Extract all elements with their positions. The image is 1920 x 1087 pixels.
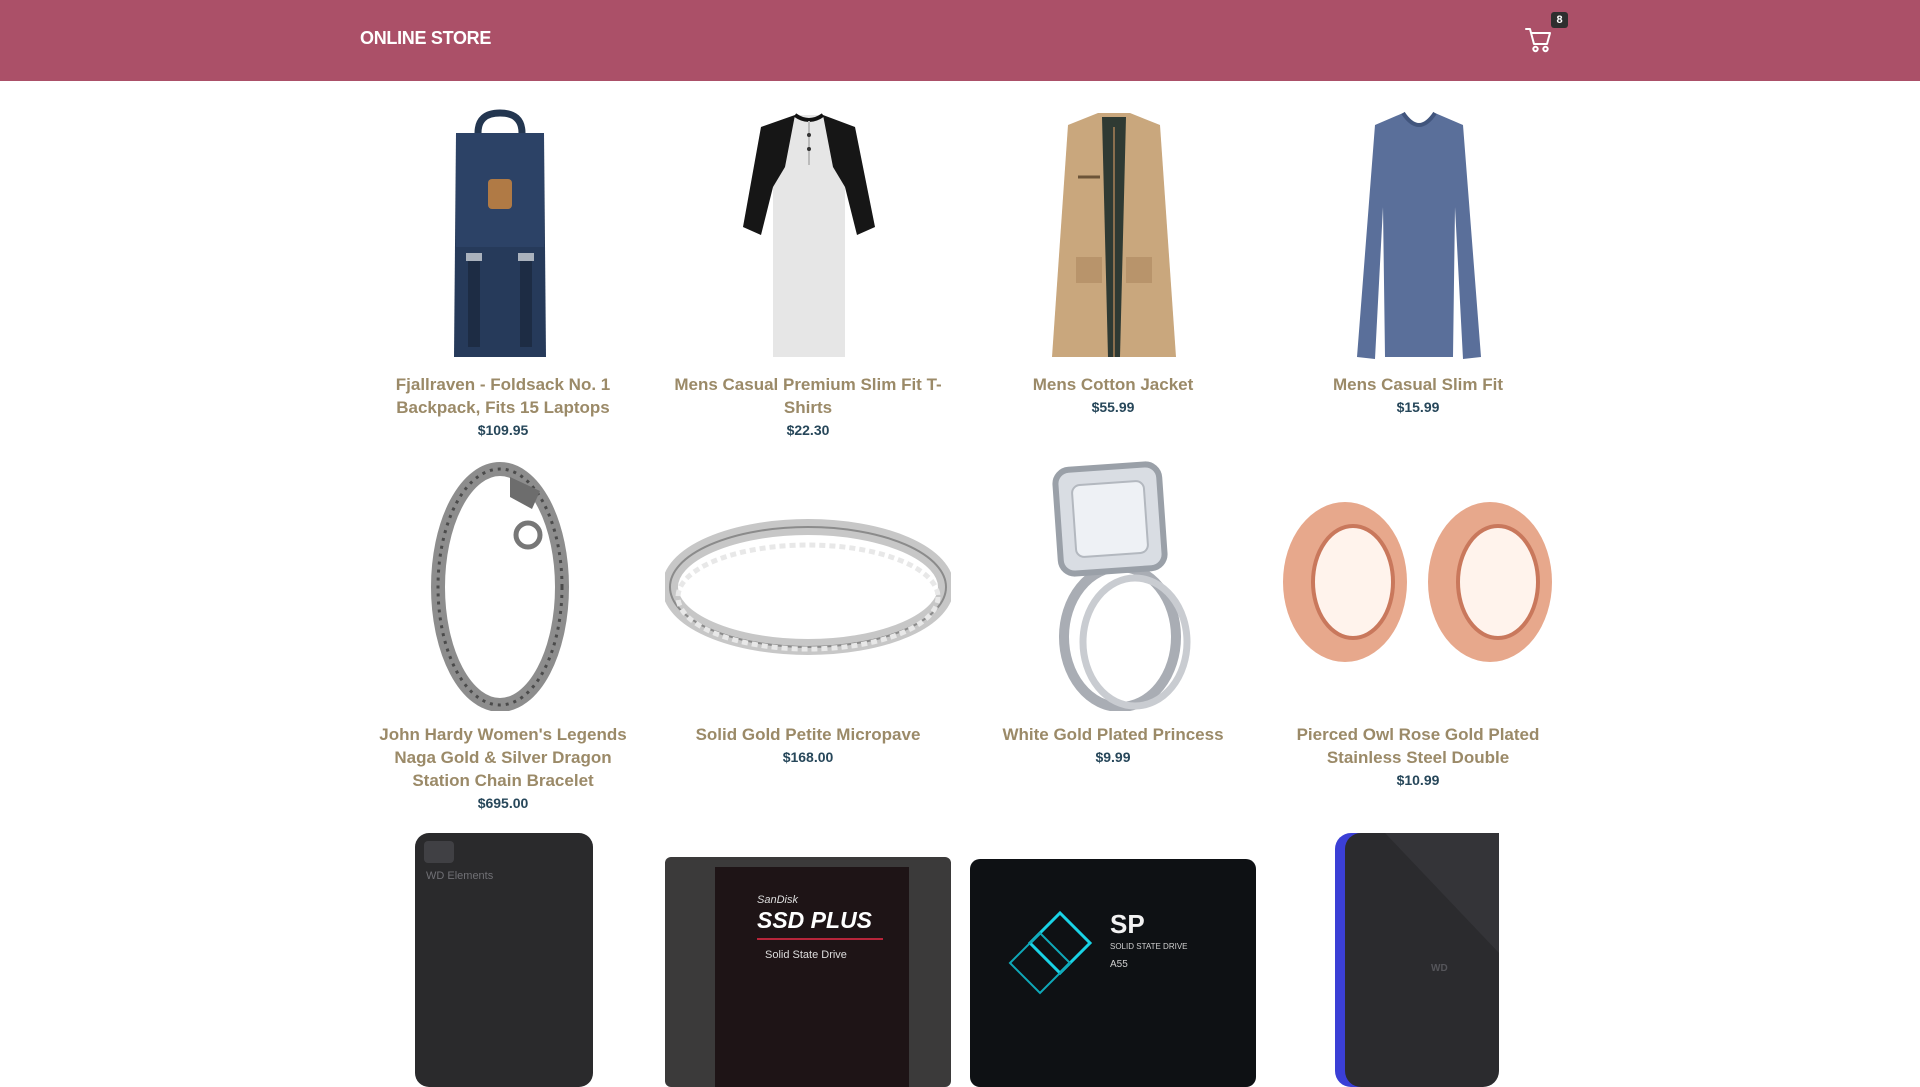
product-card[interactable]: Mens Cotton Jacket $55.99 (970, 107, 1256, 415)
product-price: $10.99 (1396, 772, 1440, 788)
product-card[interactable]: SanDisk SSD PLUS Solid State Drive (665, 833, 951, 1087)
cart-button[interactable] (1524, 24, 1552, 56)
wd-logo-text: WD (1431, 963, 1448, 974)
product-card[interactable]: John Hardy Women's Legends Naga Gold & S… (360, 457, 646, 811)
shopping-cart-icon (1524, 28, 1552, 58)
product-price: $109.95 (477, 422, 529, 438)
product-title[interactable]: White Gold Plated Princess (970, 723, 1256, 746)
product-card[interactable]: WD Elements (360, 833, 646, 1087)
product-card[interactable]: Fjallraven - Foldsack No. 1 Backpack, Fi… (360, 107, 646, 438)
product-card[interactable]: Mens Casual Slim Fit $15.99 (1275, 107, 1561, 415)
product-price: $15.99 (1396, 399, 1440, 415)
store-brand[interactable]: ONLINE STORE (360, 28, 491, 49)
product-image-long-sleeve-shirt (1275, 107, 1561, 361)
product-title[interactable]: John Hardy Women's Legends Naga Gold & S… (360, 723, 646, 792)
product-price: $55.99 (1091, 399, 1135, 415)
product-card[interactable]: Solid Gold Petite Micropave $168.00 (665, 457, 951, 765)
product-card[interactable]: White Gold Plated Princess $9.99 (970, 457, 1256, 765)
product-image-wd-external-drive: WD Elements (360, 833, 646, 1087)
product-image-cotton-jacket (970, 107, 1256, 361)
cart-count-badge: 8 (1551, 12, 1568, 28)
product-image-wd-gaming-drive: WD (1275, 833, 1561, 1087)
product-title[interactable]: Mens Cotton Jacket (970, 373, 1256, 396)
product-title[interactable]: Fjallraven - Foldsack No. 1 Backpack, Fi… (360, 373, 646, 419)
ssd-plus-text: SSD PLUS (757, 907, 873, 933)
sandisk-brand-text: SanDisk (757, 894, 798, 906)
wd-elements-label: WD Elements (426, 870, 494, 882)
product-title[interactable]: Solid Gold Petite Micropave (665, 723, 951, 746)
product-price: $22.30 (786, 422, 830, 438)
product-image-silver-ring (665, 457, 951, 711)
product-card[interactable]: Pierced Owl Rose Gold Plated Stainless S… (1275, 457, 1561, 788)
sp-logo-text: SP (1110, 909, 1145, 939)
product-image-sandisk-ssd: SanDisk SSD PLUS Solid State Drive (665, 833, 951, 1087)
product-price: $168.00 (782, 749, 834, 765)
product-image-rose-gold-tunnels (1275, 457, 1561, 711)
model-text: A55 (1110, 959, 1128, 970)
product-card[interactable]: SP SOLID STATE DRIVE A55 (970, 833, 1256, 1087)
product-price: $695.00 (477, 795, 529, 811)
solid-state-drive-text: Solid State Drive (765, 949, 847, 961)
product-image-dragon-bracelet (360, 457, 646, 711)
product-title[interactable]: Pierced Owl Rose Gold Plated Stainless S… (1275, 723, 1561, 769)
product-image-diamond-ring (970, 457, 1256, 711)
product-image-backpack (360, 107, 646, 361)
product-card[interactable]: WD (1275, 833, 1561, 1087)
top-navbar: ONLINE STORE 8 (0, 0, 1920, 81)
product-image-raglan-tshirt (665, 107, 951, 361)
product-card[interactable]: Mens Casual Premium Slim Fit T-Shirts $2… (665, 107, 951, 438)
product-title[interactable]: Mens Casual Premium Slim Fit T-Shirts (665, 373, 951, 419)
product-image-silicon-power-ssd: SP SOLID STATE DRIVE A55 (970, 833, 1256, 1087)
product-price: $9.99 (1095, 749, 1131, 765)
ssd-subtitle-text: SOLID STATE DRIVE (1110, 942, 1188, 951)
product-title[interactable]: Mens Casual Slim Fit (1275, 373, 1561, 396)
